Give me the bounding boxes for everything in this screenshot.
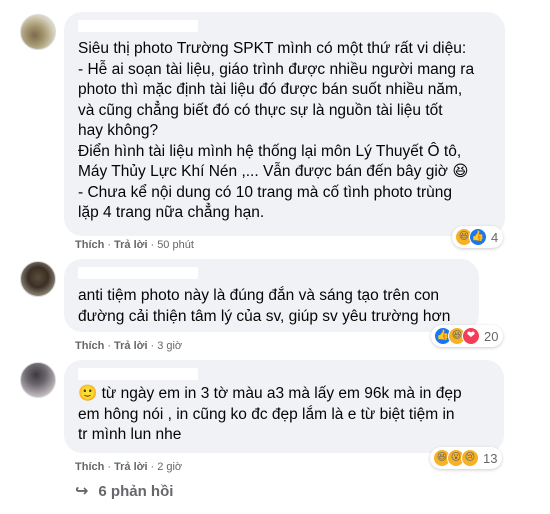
comment-actions: Thích · Trả lời · 50 phút bbox=[75, 239, 194, 251]
like-button[interactable]: Thích bbox=[75, 461, 104, 473]
reaction-summary[interactable]: 😆 👍 4 bbox=[452, 226, 504, 248]
reply-button[interactable]: Trả lời bbox=[114, 239, 148, 251]
sad-reaction-icon: 😢 bbox=[461, 449, 479, 467]
view-replies-label: 6 phản hồi bbox=[98, 482, 174, 500]
reaction-icons: 😆 😮 😢 bbox=[433, 449, 479, 467]
commenter-avatar[interactable] bbox=[20, 261, 56, 297]
reaction-count: 20 bbox=[484, 328, 499, 344]
view-replies-link[interactable]: ↪ 6 phản hồi bbox=[75, 481, 173, 501]
comment-bubble: 🙂 từ ngày em in 3 tờ màu a3 mà lấy em 96… bbox=[64, 360, 504, 453]
author-name-redacted[interactable] bbox=[78, 20, 198, 32]
author-name-redacted[interactable] bbox=[78, 368, 198, 380]
author-name-redacted[interactable] bbox=[78, 267, 198, 279]
comment-text: 🙂 từ ngày em in 3 tờ màu a3 mà lấy em 96… bbox=[78, 385, 462, 443]
like-button[interactable]: Thích bbox=[75, 239, 104, 251]
comment-actions: Thích · Trả lời · 3 giờ bbox=[75, 340, 183, 352]
comment-text: anti tiệm photo này là đúng đắn và sáng … bbox=[78, 287, 451, 325]
reply-button[interactable]: Trả lời bbox=[114, 340, 148, 352]
love-reaction-icon: ❤ bbox=[462, 327, 480, 345]
reaction-count: 13 bbox=[483, 450, 498, 466]
comment-timestamp[interactable]: 3 giờ bbox=[157, 340, 182, 352]
comment-bubble: Siêu thị photo Trường SPKT mình có một t… bbox=[64, 12, 505, 236]
reply-button[interactable]: Trả lời bbox=[114, 461, 148, 473]
reaction-count: 4 bbox=[491, 229, 499, 245]
comment-text: Siêu thị photo Trường SPKT mình có một t… bbox=[78, 40, 475, 221]
comment-timestamp[interactable]: 50 phút bbox=[157, 239, 194, 251]
commenter-avatar[interactable] bbox=[20, 362, 56, 398]
like-button[interactable]: Thích bbox=[75, 340, 104, 352]
like-reaction-icon: 👍 bbox=[469, 228, 487, 246]
reaction-summary[interactable]: 👍 😆 ❤ 20 bbox=[431, 325, 504, 347]
commenter-avatar[interactable] bbox=[20, 14, 56, 50]
reaction-icons: 👍 😆 ❤ bbox=[434, 327, 480, 345]
comment-actions: Thích · Trả lời · 2 giờ bbox=[75, 461, 183, 473]
reaction-summary[interactable]: 😆 😮 😢 13 bbox=[430, 447, 503, 469]
reply-arrow-icon: ↪ bbox=[75, 483, 89, 500]
comment-bubble: anti tiệm photo này là đúng đắn và sáng … bbox=[64, 259, 479, 332]
comment-timestamp[interactable]: 2 giờ bbox=[157, 461, 182, 473]
reaction-icons: 😆 👍 bbox=[455, 228, 487, 246]
